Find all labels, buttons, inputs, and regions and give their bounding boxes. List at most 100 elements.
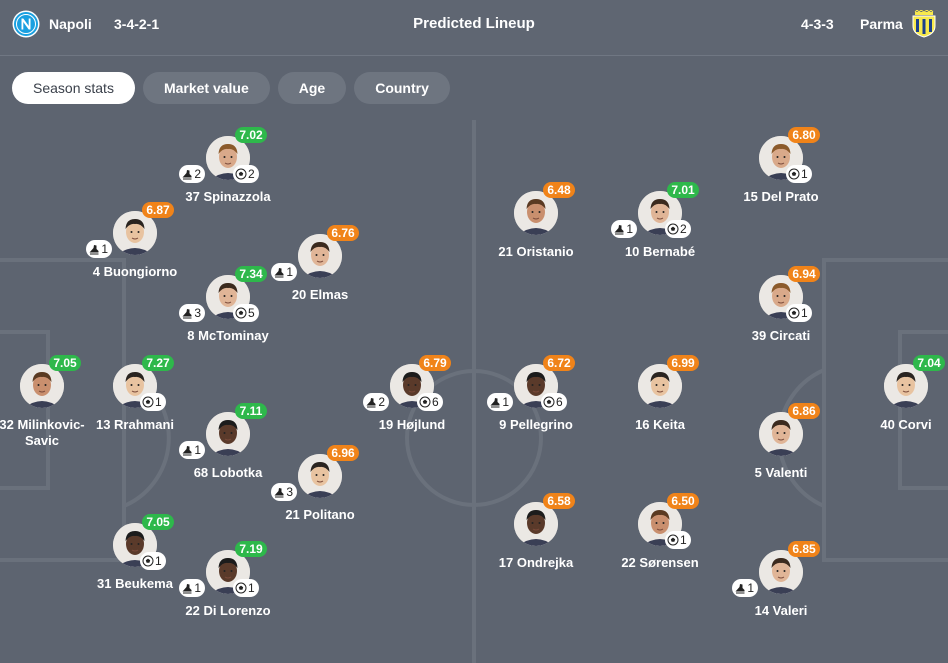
player-name[interactable]: 10 Bernabé <box>585 244 735 260</box>
assists-count: 3 <box>286 485 293 499</box>
goals-count: 1 <box>155 395 162 409</box>
ball-icon <box>543 396 555 408</box>
assists-badge: 3 <box>179 304 205 322</box>
assists-count: 3 <box>194 306 201 320</box>
away-player-card[interactable]: 6.94 1 39 Circati <box>706 266 856 365</box>
rating-badge: 6.58 <box>543 493 575 509</box>
goals-count: 2 <box>680 222 687 236</box>
player-name[interactable]: 39 Circati <box>706 328 856 344</box>
rating-badge: 7.05 <box>142 514 174 530</box>
rating-badge: 6.85 <box>788 541 820 557</box>
assists-count: 2 <box>194 167 201 181</box>
away-player-card[interactable]: 6.80 1 15 Del Prato <box>706 127 856 226</box>
boot-icon <box>181 582 193 594</box>
rating-badge: 6.48 <box>543 182 575 198</box>
ball-icon <box>667 223 679 235</box>
assists-count: 1 <box>194 581 201 595</box>
player-name[interactable]: 5 Valenti <box>706 465 856 481</box>
rating-badge: 7.02 <box>235 127 267 143</box>
rating-badge: 6.94 <box>788 266 820 282</box>
ball-icon <box>419 396 431 408</box>
boot-icon <box>613 223 625 235</box>
tab-age[interactable]: Age <box>277 72 347 104</box>
rating-badge: 6.72 <box>543 355 575 371</box>
player-name[interactable]: 21 Politano <box>245 507 395 523</box>
boot-icon <box>273 266 285 278</box>
assists-badge: 2 <box>363 393 389 411</box>
boot-icon <box>181 307 193 319</box>
goals-badge: 1 <box>786 165 812 183</box>
player-name[interactable]: 8 McTominay <box>153 328 303 344</box>
player-name[interactable]: 14 Valeri <box>706 603 856 619</box>
goals-count: 6 <box>432 395 439 409</box>
boot-icon <box>273 486 285 498</box>
assists-badge: 1 <box>86 240 112 258</box>
assists-count: 1 <box>502 395 509 409</box>
tab-country[interactable]: Country <box>354 72 450 104</box>
ball-icon <box>235 582 247 594</box>
ball-icon <box>788 307 800 319</box>
goals-badge: 1 <box>233 579 259 597</box>
tab-season-stats[interactable]: Season stats <box>12 72 135 104</box>
assists-count: 1 <box>747 581 754 595</box>
home-player-card[interactable]: 7.19 1 1 22 Di Lorenzo <box>153 541 303 640</box>
goals-count: 2 <box>248 167 255 181</box>
home-player-card[interactable]: 6.76 1 20 Elmas <box>245 225 395 324</box>
rating-badge: 6.86 <box>788 403 820 419</box>
assists-badge: 1 <box>611 220 637 238</box>
tab-label: Age <box>298 80 326 96</box>
rating-badge: 6.80 <box>788 127 820 143</box>
home-player-card[interactable]: 6.96 3 21 Politano <box>245 445 395 544</box>
goals-count: 1 <box>801 306 808 320</box>
player-name[interactable]: 40 Corvi <box>831 417 948 433</box>
assists-badge: 2 <box>179 165 205 183</box>
boot-icon <box>734 582 746 594</box>
goals-badge: 2 <box>665 220 691 238</box>
assists-count: 1 <box>626 222 633 236</box>
home-player-card[interactable]: 7.02 2 2 37 Spinazzola <box>153 127 303 226</box>
boot-icon <box>489 396 501 408</box>
player-name[interactable]: 37 Spinazzola <box>153 189 303 205</box>
assists-count: 1 <box>101 242 108 256</box>
away-player-card[interactable]: 7.04 40 Corvi <box>831 355 948 454</box>
rating-badge: 7.04 <box>913 355 945 371</box>
goals-count: 1 <box>801 167 808 181</box>
tab-label: Season stats <box>33 80 114 96</box>
goals-badge: 2 <box>233 165 259 183</box>
rating-badge: 7.11 <box>235 403 267 419</box>
goals-badge: 1 <box>140 393 166 411</box>
assists-count: 1 <box>194 443 201 457</box>
match-header: Napoli 3-4-2-1 Predicted Lineup 4-3-3 Pa… <box>0 0 948 56</box>
goals-count: 6 <box>556 395 563 409</box>
assists-badge: 1 <box>179 579 205 597</box>
player-name[interactable]: 22 Di Lorenzo <box>153 603 303 619</box>
parma-logo[interactable] <box>910 10 938 38</box>
goals-badge: 6 <box>417 393 443 411</box>
assists-count: 1 <box>286 265 293 279</box>
rating-badge: 6.50 <box>667 493 699 509</box>
boot-icon <box>365 396 377 408</box>
ball-icon <box>235 168 247 180</box>
tab-label: Market value <box>163 80 249 96</box>
assists-badge: 3 <box>271 483 297 501</box>
goals-badge: 6 <box>541 393 567 411</box>
assists-badge: 1 <box>732 579 758 597</box>
assists-badge: 1 <box>487 393 513 411</box>
ball-icon <box>788 168 800 180</box>
assists-count: 2 <box>378 395 385 409</box>
player-name[interactable]: 20 Elmas <box>245 287 395 303</box>
goals-count: 1 <box>680 533 687 547</box>
tab-market-value[interactable]: Market value <box>142 72 270 104</box>
boot-icon <box>88 243 100 255</box>
boot-icon <box>181 444 193 456</box>
away-team-name[interactable]: Parma <box>860 16 903 32</box>
assists-badge: 1 <box>179 441 205 459</box>
boot-icon <box>181 168 193 180</box>
player-name[interactable]: 15 Del Prato <box>706 189 856 205</box>
rating-badge: 7.01 <box>667 182 699 198</box>
assists-badge: 1 <box>271 263 297 281</box>
away-player-card[interactable]: 6.85 1 14 Valeri <box>706 541 856 640</box>
tab-label: Country <box>375 80 429 96</box>
pitch: 7.05 32 Milinkovic- Savic 6.87 1 4 Buongiorno… <box>0 120 948 663</box>
rating-badge: 6.99 <box>667 355 699 371</box>
